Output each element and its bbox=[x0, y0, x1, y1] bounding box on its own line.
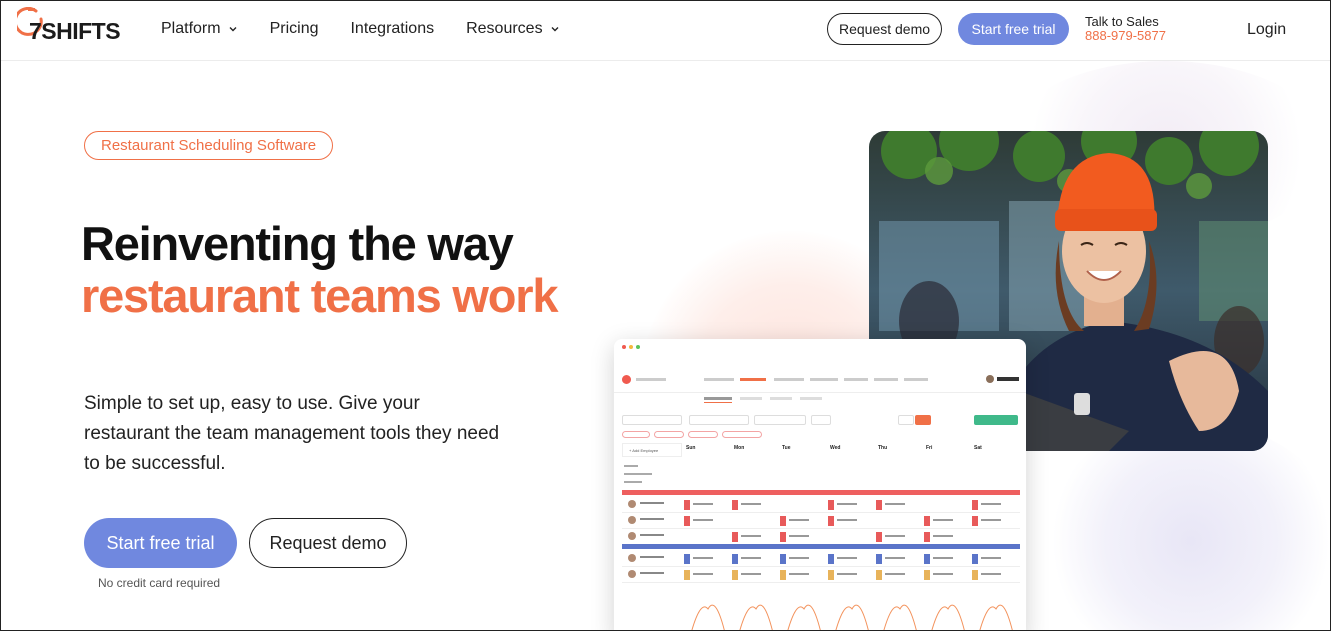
sales-phone-link[interactable]: 888-979-5877 bbox=[1085, 29, 1166, 43]
background-blob bbox=[1041, 421, 1330, 630]
start-trial-button[interactable]: Start free trial bbox=[958, 13, 1069, 45]
chevron-down-icon bbox=[551, 27, 559, 32]
talk-to-sales[interactable]: Talk to Sales 888-979-5877 bbox=[1085, 15, 1166, 43]
login-link[interactable]: Login bbox=[1247, 21, 1286, 39]
hero-title-line1: Reinventing the way bbox=[81, 217, 514, 270]
hero-title-line2: restaurant teams work bbox=[81, 269, 559, 322]
page: 7SHIFTS Platform Pricing Integrations Re… bbox=[0, 0, 1331, 631]
request-demo-button[interactable]: Request demo bbox=[827, 13, 942, 45]
labor-graph bbox=[691, 604, 1013, 630]
chevron-down-icon bbox=[229, 27, 237, 32]
nav-pricing-label: Pricing bbox=[269, 20, 319, 37]
logo-text: 7SHIFTS bbox=[29, 18, 121, 44]
app-nav-bar bbox=[614, 367, 1026, 393]
window-controls bbox=[622, 345, 640, 349]
main-nav: Platform Pricing Integrations Resources bbox=[161, 20, 592, 38]
logo[interactable]: 7SHIFTS bbox=[17, 7, 127, 47]
hero-request-demo-button[interactable]: Request demo bbox=[249, 518, 407, 568]
hero-subtitle: Simple to set up, easy to use. Give your… bbox=[84, 393, 500, 474]
nav-resources[interactable]: Resources bbox=[466, 20, 559, 38]
nav-platform-label: Platform bbox=[161, 20, 221, 37]
day-header: Tue bbox=[782, 445, 791, 451]
schedule-app-preview: + Add Employee Sun Mon Tue Wed Thu Fri Sat bbox=[614, 339, 1026, 630]
day-header: Sun bbox=[686, 445, 696, 451]
nav-integrations-label: Integrations bbox=[350, 20, 435, 37]
nav-resources-label: Resources bbox=[466, 20, 543, 37]
category-badge: Restaurant Scheduling Software bbox=[84, 131, 334, 160]
hero-start-trial-button[interactable]: Start free trial bbox=[84, 518, 237, 568]
day-header: Thu bbox=[878, 445, 888, 451]
sales-label: Talk to Sales bbox=[1085, 14, 1159, 29]
nav-platform[interactable]: Platform bbox=[161, 20, 238, 38]
hero-title: Reinventing the way restaurant teams wor… bbox=[81, 217, 559, 322]
day-header: Sat bbox=[974, 445, 982, 451]
top-navbar: 7SHIFTS Platform Pricing Integrations Re… bbox=[1, 1, 1330, 61]
nav-pricing[interactable]: Pricing bbox=[270, 20, 319, 38]
nav-integrations[interactable]: Integrations bbox=[350, 20, 434, 38]
day-header: Wed bbox=[830, 445, 841, 451]
no-credit-card-note: No credit card required bbox=[98, 576, 221, 590]
day-header: Mon bbox=[734, 445, 745, 451]
day-headers: Sun Mon Tue Wed Thu Fri Sat bbox=[684, 443, 1020, 459]
day-header: Fri bbox=[926, 445, 933, 451]
